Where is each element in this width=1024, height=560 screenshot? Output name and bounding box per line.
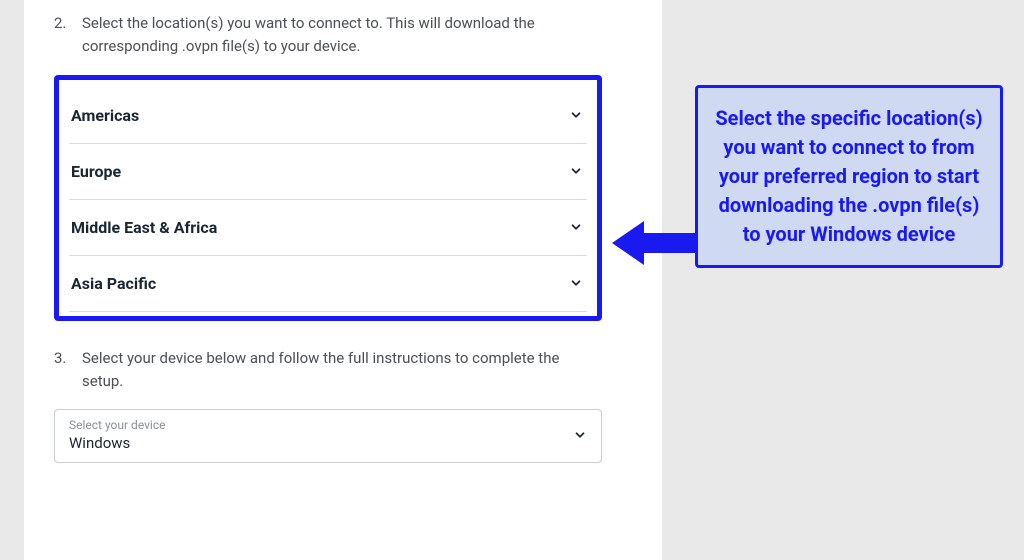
step-3: 3. Select your device below and follow t… [54,347,602,394]
chevron-down-icon [569,220,583,234]
chevron-down-icon [569,108,583,122]
annotation-text: Select the specific location(s) you want… [712,104,986,249]
adjacent-card-edge [632,0,662,560]
chevron-down-icon [573,428,587,442]
annotation-callout: Select the specific location(s) you want… [695,85,1003,268]
region-label: Americas [71,106,139,125]
region-item-europe[interactable]: Europe [69,144,587,200]
step-3-number: 3. [54,347,72,394]
region-item-asia-pacific[interactable]: Asia Pacific [69,256,587,312]
step-3-text: Select your device below and follow the … [82,347,602,394]
region-item-middle-east-africa[interactable]: Middle East & Africa [69,200,587,256]
region-item-americas[interactable]: Americas [69,88,587,144]
device-select[interactable]: Select your device Windows [54,409,602,463]
region-label: Middle East & Africa [71,218,217,237]
chevron-down-icon [569,276,583,290]
step-2: 2. Select the location(s) you want to co… [54,12,602,59]
page: 2. Select the location(s) you want to co… [0,0,1024,560]
step-2-text: Select the location(s) you want to conne… [82,12,602,59]
region-label: Asia Pacific [71,274,156,293]
annotation-arrow-icon [612,218,698,268]
region-label: Europe [71,162,121,181]
region-accordion-highlight: Americas Europe Middle East & Africa Asi… [54,75,602,321]
device-select-label: Select your device [69,418,165,432]
device-select-value: Windows [69,434,165,452]
step-2-number: 2. [54,12,72,59]
chevron-down-icon [569,164,583,178]
instructions-card: 2. Select the location(s) you want to co… [24,0,632,560]
device-select-texts: Select your device Windows [69,418,165,452]
